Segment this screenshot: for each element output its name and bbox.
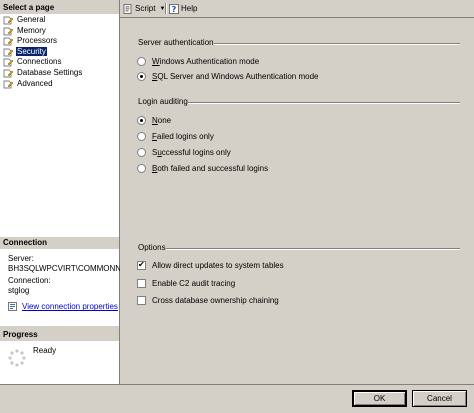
cross-db-ownership-checkbox[interactable]: Cross database ownership chaining bbox=[137, 294, 279, 306]
option-label: Both failed and successful logins bbox=[152, 163, 269, 173]
properties-icon bbox=[8, 302, 17, 311]
audit-none-radio[interactable]: None bbox=[137, 114, 171, 126]
audit-failed-radio[interactable]: Failed logins only bbox=[137, 130, 214, 142]
toolbar: Script ▼ ? Help bbox=[120, 0, 474, 18]
script-button[interactable]: Script ▼ bbox=[123, 2, 165, 15]
page-icon bbox=[3, 16, 14, 25]
sql-windows-auth-radio[interactable]: SQL Server and Windows Authentication mo… bbox=[137, 70, 318, 82]
page-item-label: Connections bbox=[17, 57, 62, 67]
progress-panel: Ready bbox=[0, 341, 119, 384]
left-pane: Select a page General Memory Processors … bbox=[0, 0, 126, 384]
radio-button bbox=[137, 163, 146, 173]
page-item-connections[interactable]: Connections bbox=[0, 57, 119, 68]
connection-label: Connection: bbox=[8, 276, 51, 285]
option-label: Successful logins only bbox=[152, 147, 231, 157]
connection-panel: Server: BH3SQLWPCVIRT\COMMONNJ Connectio… bbox=[0, 249, 126, 326]
help-icon: ? bbox=[169, 3, 179, 14]
toolbar-separator bbox=[165, 3, 167, 14]
page-item-label: Security bbox=[16, 46, 47, 56]
radio-button-selected bbox=[137, 115, 146, 125]
page-item-processors[interactable]: Processors bbox=[0, 36, 119, 47]
help-label: Help bbox=[181, 4, 198, 13]
radio-button bbox=[137, 56, 146, 66]
option-label: Windows Authentication mode bbox=[152, 56, 260, 66]
page-item-label: General bbox=[17, 15, 46, 24]
page-item-label: Memory bbox=[17, 25, 46, 35]
windows-auth-radio[interactable]: Windows Authentication mode bbox=[137, 55, 259, 67]
radio-button-selected bbox=[137, 71, 146, 81]
option-label: Failed logins only bbox=[152, 131, 214, 141]
connection-value: stglog bbox=[8, 285, 30, 295]
radio-button bbox=[137, 147, 146, 157]
options-title: Options bbox=[138, 243, 166, 252]
audit-both-radio[interactable]: Both failed and successful logins bbox=[137, 162, 268, 174]
checkbox bbox=[137, 278, 146, 288]
server-value: BH3SQLWPCVIRT\COMMONNJ bbox=[8, 263, 126, 273]
page-icon bbox=[3, 27, 14, 35]
page-item-label: Advanced bbox=[17, 78, 53, 88]
help-button[interactable]: ? Help bbox=[169, 2, 197, 15]
allow-direct-updates-checkbox[interactable]: Allow direct updates to system tables bbox=[137, 259, 284, 271]
page-icon bbox=[3, 69, 14, 78]
group-divider bbox=[214, 43, 460, 45]
checkbox bbox=[137, 295, 146, 305]
progress-spinner-icon bbox=[8, 349, 26, 367]
checkbox-checked bbox=[137, 259, 146, 271]
view-connection-properties-link[interactable]: View connection properties bbox=[22, 302, 118, 312]
page-item-general[interactable]: General bbox=[0, 15, 119, 26]
group-divider bbox=[188, 102, 460, 104]
ok-button[interactable]: OK bbox=[352, 390, 407, 407]
radio-button bbox=[137, 131, 146, 141]
page-icon bbox=[3, 80, 14, 88]
page-list: General Memory Processors Security Conne… bbox=[0, 14, 119, 237]
dialog-footer: OK Cancel bbox=[0, 384, 474, 413]
progress-status: Ready bbox=[33, 346, 57, 355]
script-label: Script bbox=[135, 4, 156, 13]
script-icon bbox=[123, 3, 132, 14]
page-icon bbox=[3, 37, 14, 46]
server-auth-title: Server authentication bbox=[138, 38, 214, 47]
cancel-button[interactable]: Cancel bbox=[412, 390, 467, 407]
option-label: SQL Server and Windows Authentication mo… bbox=[152, 71, 319, 81]
page-item-label: Processors bbox=[17, 36, 58, 46]
option-label: Enable C2 audit tracing bbox=[152, 278, 236, 288]
progress-header: Progress bbox=[0, 329, 119, 340]
group-divider bbox=[166, 248, 460, 250]
select-page-header: Select a page bbox=[0, 2, 119, 13]
page-icon bbox=[3, 59, 14, 67]
page-item-advanced[interactable]: Advanced bbox=[0, 79, 119, 90]
option-label: Allow direct updates to system tables bbox=[152, 260, 284, 270]
c2-audit-tracing-checkbox[interactable]: Enable C2 audit tracing bbox=[137, 277, 235, 289]
security-page: Server authentication Windows Authentica… bbox=[120, 18, 474, 384]
audit-successful-radio[interactable]: Successful logins only bbox=[137, 146, 231, 158]
page-icon bbox=[3, 48, 14, 57]
connection-header: Connection bbox=[0, 237, 119, 248]
page-item-label: Database Settings bbox=[17, 67, 83, 77]
page-item-memory[interactable]: Memory bbox=[0, 26, 119, 37]
option-label: Cross database ownership chaining bbox=[152, 295, 279, 305]
page-item-security[interactable]: Security bbox=[0, 46, 119, 58]
server-label: Server: bbox=[8, 254, 34, 263]
login-auditing-title: Login auditing bbox=[138, 97, 188, 106]
svg-text:?: ? bbox=[172, 5, 177, 14]
page-item-database-settings[interactable]: Database Settings bbox=[0, 68, 119, 79]
option-label: None bbox=[152, 115, 172, 125]
